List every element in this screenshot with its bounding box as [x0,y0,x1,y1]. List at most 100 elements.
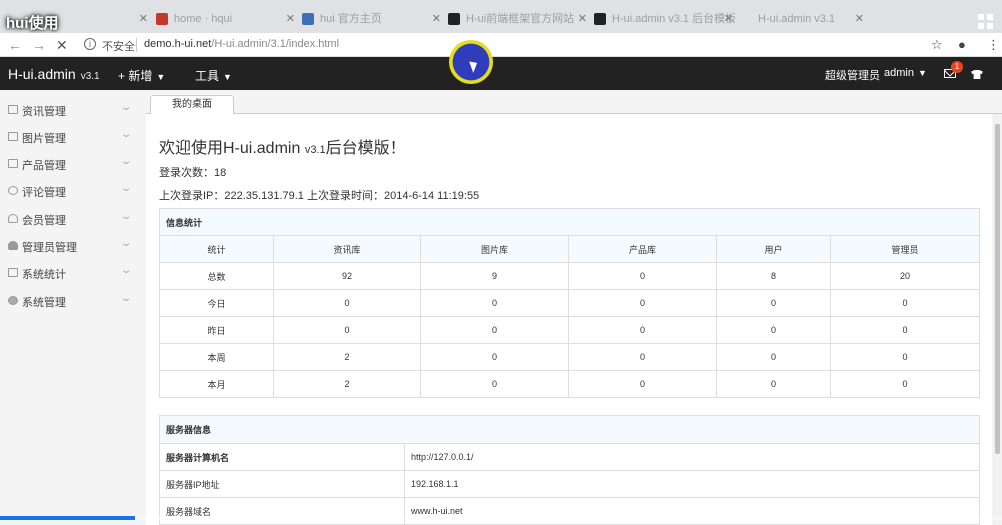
sidebar: 资讯管理 ⌄ 图片管理 ⌄ 产品管理 ⌄ 评论管理 ⌄ 会员管理 ⌄ 管理员管理 ⌄ 系统统… [0,90,146,525]
table-cell: 8 [716,262,831,290]
browser-tab[interactable]: hui 官方主页 ✕ [298,8,443,30]
sidebar-item-label: 系统统计 [22,269,66,281]
page-title: 欢迎使用H-ui.admin v3.1后台模版！ [159,134,406,158]
table-cell: 总数 [159,262,274,290]
admin-icon [8,241,18,250]
skin-icon[interactable] [971,70,983,79]
sidebar-item-label: 图片管理 [22,133,66,145]
close-tab-icon[interactable]: ✕ [432,8,441,30]
table-cell: 0 [420,343,569,371]
browser-tab[interactable]: home · hqui ✕ [152,8,297,30]
notification-badge: 1 [951,61,963,73]
logo-version: v3.1 [80,71,100,82]
main-content: 欢迎使用H-ui.admin v3.1后台模版！ 登录次数：18 上次登录IP：… [146,114,992,525]
table-cell: 0 [420,316,569,344]
profile-icon[interactable]: ● [958,37,966,53]
table-cell: 0 [273,316,421,344]
close-tab-icon[interactable]: ✕ [855,8,864,30]
sidebar-item-comments[interactable]: 评论管理 ⌄ [0,178,146,205]
logo-text: H-ui.admin [8,66,76,82]
back-icon[interactable]: ← [8,36,22,54]
stats-caption: 信息统计 [158,208,981,236]
content-scrollbar[interactable] [993,114,1002,525]
sidebar-item-label: 系统管理 [22,297,66,309]
content-tab-strip: 我的桌面 [146,90,1002,115]
browser-tab-bar: ✕ home · hqui ✕ hui 官方主页 ✕ H-ui前端框架官方网站 … [0,0,1002,33]
close-tab-icon[interactable]: ✕ [578,8,587,30]
close-tab-icon[interactable]: ✕ [724,8,733,30]
table-row: 总数 92 9 0 8 20 [159,262,981,290]
tab-desktop[interactable]: 我的桌面 [150,95,234,115]
close-tab-icon[interactable]: ✕ [139,8,148,30]
sidebar-item-members[interactable]: 会员管理 ⌄ [0,206,146,233]
sidebar-item-system[interactable]: 系统管理 ⌄ [0,288,146,315]
scrollbar-thumb[interactable] [995,124,1000,454]
table-row: 服务器域名 www.h-ui.net [159,497,981,525]
column-header: 产品库 [568,235,717,263]
browser-tab-label: H-ui.admin v3.1 [758,13,836,25]
table-cell: 0 [420,370,569,398]
stats-icon [8,268,18,277]
menu-new[interactable]: + 新增 ▼ [118,67,165,84]
chevron-down-icon: ⌄ [119,183,133,194]
table-cell: 0 [829,370,981,398]
table-cell: 0 [568,343,717,371]
table-cell: 0 [568,316,717,344]
sidebar-item-products[interactable]: 产品管理 ⌄ [0,151,146,178]
table-cell: 0 [716,343,831,371]
browser-tab-label: H-ui前端框架官方网站 [466,13,575,25]
browser-tab-active[interactable]: H-ui.admin v3.1 ✕ [736,8,866,30]
sidebar-item-label: 资讯管理 [22,106,66,118]
sidebar-item-admins[interactable]: 管理员管理 ⌄ [0,233,146,260]
settings-icon [8,296,18,305]
url-path: /H-ui.admin/3.1/index.html [211,38,340,50]
app-logo[interactable]: H-ui.admin v3.1 [8,66,100,82]
sidebar-item-statistics[interactable]: 系统统计 ⌄ [0,260,146,287]
divider [136,38,137,52]
table-cell: 0 [568,262,717,290]
column-header: 管理员 [829,235,981,263]
video-progress-bar[interactable] [0,516,1002,520]
browser-tab-label: H-ui.admin v3.1 后台模板 [612,13,735,25]
address-bar: ← → ✕ i 不安全 demo.h-ui.net/H-ui.admin/3.1… [0,33,1002,57]
favicon-icon [594,13,606,25]
favicon-icon [156,13,168,25]
menu-tools[interactable]: 工具 ▼ [195,67,232,84]
chevron-down-icon: ⌄ [119,238,133,249]
table-cell: 20 [829,262,981,290]
video-title: hui使用 [6,15,59,32]
info-icon[interactable]: i [84,38,96,50]
welcome-text: 欢迎使用H-ui.admin [159,140,301,157]
table-cell: 0 [273,289,421,317]
stop-icon[interactable]: ✕ [56,36,68,54]
column-header: 资讯库 [273,235,421,263]
table-cell: 0 [829,343,981,371]
star-icon[interactable]: ☆ [931,37,943,53]
browser-tab[interactable]: H-ui.admin v3.1 后台模板 ✕ [590,8,735,30]
chevron-down-icon: ⌄ [119,129,133,140]
favicon-icon [302,13,314,25]
table-cell: 服务器计算机名 [159,443,405,471]
url-text: demo.h-ui.net/H-ui.admin/3.1/index.html [144,38,339,50]
image-icon [8,132,18,141]
chevron-down-icon: ▼ [223,72,232,82]
table-row: 服务器IP地址 192.168.1.1 [159,470,981,498]
column-header: 图片库 [420,235,569,263]
close-tab-icon[interactable]: ✕ [286,8,295,30]
table-cell: 0 [420,289,569,317]
table-row: 服务器计算机名 http://127.0.0.1/ [159,443,981,471]
chevron-down-icon: ⌄ [119,211,133,222]
sidebar-item-label: 评论管理 [22,187,66,199]
browser-tab[interactable]: H-ui前端框架官方网站 ✕ [444,8,589,30]
forward-icon[interactable]: → [32,36,46,54]
table-cell: 0 [716,316,831,344]
more-menu-icon[interactable]: ⋮ [987,37,1000,53]
grid-icon[interactable] [978,14,994,30]
user-menu[interactable]: admin ▼ [884,67,927,79]
url-field[interactable]: i 不安全 demo.h-ui.net/H-ui.admin/3.1/index… [78,35,938,55]
sidebar-item-images[interactable]: 图片管理 ⌄ [0,124,146,151]
comment-icon [8,186,18,195]
table-cell: 本月 [159,370,274,398]
sidebar-item-news[interactable]: 资讯管理 ⌄ [0,97,146,124]
app-header: H-ui.admin v3.1 + 新增 ▼ 工具 ▼ 超级管理员 admin ▼ 1 [0,57,1002,90]
